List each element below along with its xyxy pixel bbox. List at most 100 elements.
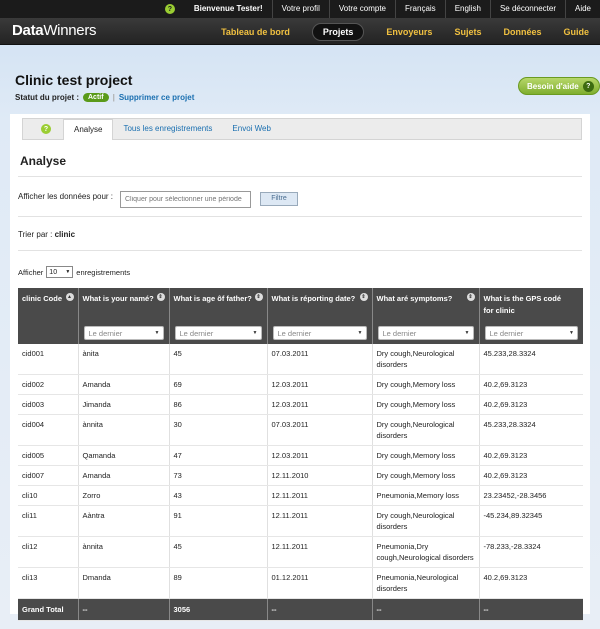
aide-link[interactable]: Aide bbox=[564, 0, 600, 18]
table-row[interactable]: cli12 ànnita 45 12.11.2011 Pneumonia,Dry cou… bbox=[18, 536, 583, 568]
table-cell: Aàntra bbox=[77, 505, 169, 537]
column-label: What aré symptoms? bbox=[376, 294, 453, 303]
total-cell: -- bbox=[478, 598, 583, 621]
table-cell: 40.2,69.3123 bbox=[478, 374, 583, 395]
nav-item-dashboard[interactable]: Tableau de bord bbox=[221, 27, 290, 37]
table-cell: 30 bbox=[168, 414, 267, 446]
chevron-down-icon: ▼ bbox=[464, 330, 470, 336]
tab-bar: ? Analyse Tous les enregistrements Envoi… bbox=[22, 118, 582, 140]
chevron-down-icon: ▼ bbox=[65, 269, 71, 275]
table-cell: 43 bbox=[168, 485, 267, 506]
nav-item-subjects[interactable]: Sujets bbox=[454, 27, 481, 37]
profile-link[interactable]: Votre profil bbox=[271, 0, 329, 18]
table-cell: Dry cough,Neurological disorders bbox=[371, 344, 479, 375]
table-cell: 01.12.2011 bbox=[266, 567, 372, 599]
help-button[interactable]: Besoin d'aide ? bbox=[518, 77, 600, 95]
table-cell: 12.03.2011 bbox=[266, 445, 372, 466]
date-range-input[interactable] bbox=[120, 191, 251, 208]
help-icon[interactable]: ? bbox=[41, 124, 51, 134]
column-header[interactable]: What is réporting date? ⇕ Le dernier ▼ bbox=[266, 288, 372, 344]
lang-fr-link[interactable]: Français bbox=[395, 0, 445, 18]
table-cell: Pneumonia,Neurological disorders bbox=[371, 567, 479, 599]
table-cell: 40.2,69.3123 bbox=[478, 394, 583, 415]
table-cell: Dry cough,Memory loss bbox=[371, 445, 479, 466]
show-suffix: enregistrements bbox=[76, 267, 131, 277]
sort-icon[interactable]: ⇕ bbox=[156, 293, 165, 301]
delete-project-link[interactable]: Supprimer ce projet bbox=[119, 93, 195, 102]
column-header[interactable]: What aré symptoms? ⇕ Le dernier ▼ bbox=[371, 288, 479, 344]
nav-item-projects[interactable]: Projets bbox=[311, 22, 365, 41]
sort-icon[interactable]: ⇕ bbox=[466, 293, 475, 301]
nav-item-guide[interactable]: Guide bbox=[563, 27, 589, 37]
nav-item-data[interactable]: Données bbox=[503, 27, 541, 37]
table-cell: cli11 bbox=[18, 505, 78, 537]
table-row[interactable]: cli11 Aàntra 91 12.11.2011 Dry cough,Neurolo… bbox=[18, 505, 583, 537]
total-label: Grand Total bbox=[18, 598, 78, 621]
sort-icon[interactable]: ⇕ bbox=[359, 293, 368, 301]
table-cell: Dry cough,Memory loss bbox=[371, 394, 479, 415]
sort-icon[interactable]: ⇕ bbox=[254, 293, 263, 301]
total-cell: -- bbox=[371, 598, 479, 621]
page-size-control: Afficher 10 ▼ enregistrements bbox=[18, 266, 130, 278]
column-filter-select[interactable]: Le dernier ▼ bbox=[484, 326, 578, 340]
table-cell: cid007 bbox=[18, 465, 78, 486]
nav-item-senders[interactable]: Envoyeurs bbox=[386, 27, 432, 37]
total-cell: -- bbox=[266, 598, 372, 621]
tab-all-records[interactable]: Tous les enregistrements bbox=[113, 119, 222, 139]
table-cell: ànnita bbox=[77, 414, 169, 446]
table-cell: 45 bbox=[168, 344, 267, 375]
welcome-link[interactable]: Bienvenue Tester! bbox=[185, 0, 272, 18]
table-cell: 23.23452,-28.3456 bbox=[478, 485, 583, 506]
tab-analyse[interactable]: Analyse bbox=[63, 119, 114, 140]
column-header[interactable]: clinic Code ▲ bbox=[18, 288, 78, 344]
filter-button[interactable]: Filtre bbox=[260, 192, 298, 206]
table-cell: 45.233,28.3324 bbox=[478, 344, 583, 375]
table-cell: Jimanda bbox=[77, 394, 169, 415]
column-filter-select[interactable]: Le dernier ▼ bbox=[272, 326, 367, 340]
table-row[interactable]: cid003 Jimanda 86 12.03.2011 Dry cough,Memor… bbox=[18, 394, 583, 415]
filter-value: Le dernier bbox=[382, 329, 417, 338]
table-row[interactable]: cid001 ànita 45 07.03.2011 Dry cough,Neurolo… bbox=[18, 344, 583, 375]
page-size-value: 10 bbox=[49, 268, 58, 276]
page-size-select[interactable]: 10 ▼ bbox=[46, 266, 74, 278]
table-row[interactable]: cid007 Amanda 73 12.11.2010 Dry cough,Memory… bbox=[18, 465, 583, 486]
table-row[interactable]: cid002 Amanda 69 12.03.2011 Dry cough,Memory… bbox=[18, 374, 583, 395]
table-row[interactable]: cli10 Zorro 43 12.11.2011 Pneumonia,Memory l… bbox=[18, 485, 583, 506]
column-header[interactable]: What is age ôf father? ⇕ Le dernier ▼ bbox=[168, 288, 267, 344]
table-cell: cli12 bbox=[18, 536, 78, 568]
show-label: Afficher bbox=[18, 267, 44, 277]
table-cell: cli10 bbox=[18, 485, 78, 506]
table-cell: Qamanda bbox=[77, 445, 169, 466]
column-filter-select[interactable]: Le dernier ▼ bbox=[377, 326, 474, 340]
column-header[interactable]: What is the GPS codé for clinic Le dernie… bbox=[478, 288, 583, 344]
table-cell: cli13 bbox=[18, 567, 78, 599]
column-header[interactable]: What is your namé? ⇕ Le dernier ▼ bbox=[77, 288, 169, 344]
sort-value: clinic bbox=[54, 230, 76, 239]
column-filter-select[interactable]: Le dernier ▼ bbox=[83, 326, 164, 340]
help-icon[interactable]: ? bbox=[164, 4, 175, 14]
content-panel: ? Analyse Tous les enregistrements Envoi… bbox=[10, 114, 590, 621]
table-row[interactable]: cid005 Qamanda 47 12.03.2011 Dry cough,Memor… bbox=[18, 445, 583, 466]
filter-value: Le dernier bbox=[277, 329, 312, 338]
nav-items: Tableau de bord Projets Envoyeurs Sujets… bbox=[210, 18, 600, 45]
data-table: clinic Code ▲ What is your namé? ⇕ Le derni… bbox=[18, 288, 583, 621]
project-title: Clinic test project bbox=[15, 72, 133, 88]
table-cell: 07.03.2011 bbox=[266, 414, 372, 446]
lang-en-link[interactable]: English bbox=[444, 0, 490, 18]
account-link[interactable]: Votre compte bbox=[328, 0, 395, 18]
separator: | bbox=[112, 93, 115, 102]
total-cell: -- bbox=[77, 598, 169, 621]
tab-web-submission[interactable]: Envoi Web bbox=[222, 119, 281, 139]
table-cell: 69 bbox=[168, 374, 267, 395]
logo-light: Winners bbox=[43, 22, 97, 39]
table-cell: 45.233,28.3324 bbox=[478, 414, 583, 446]
logo[interactable]: DataWinners bbox=[12, 22, 97, 39]
table-cell: -78.233,-28.3324 bbox=[478, 536, 583, 568]
sort-icon[interactable]: ▲ bbox=[65, 293, 74, 301]
table-cell: cid004 bbox=[18, 414, 78, 446]
column-filter-select[interactable]: Le dernier ▼ bbox=[174, 326, 262, 340]
logout-link[interactable]: Se déconnecter bbox=[489, 0, 565, 18]
table-row[interactable]: cli13 Dmanda 89 01.12.2011 Pneumonia,Neurolo… bbox=[18, 567, 583, 599]
table-row[interactable]: cid004 ànnita 30 07.03.2011 Dry cough,Neurol… bbox=[18, 414, 583, 446]
table-cell: Dry cough,Neurological disorders bbox=[371, 505, 479, 537]
